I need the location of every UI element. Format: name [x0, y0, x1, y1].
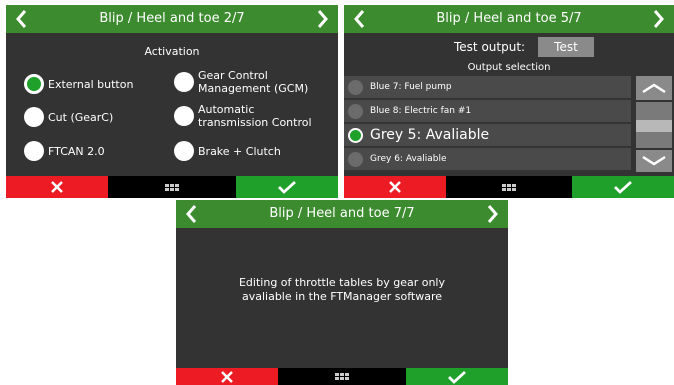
radio-icon	[174, 106, 194, 126]
radio-icon	[348, 79, 363, 95]
page-title: Blip / Heel and toe 7/7	[269, 206, 415, 221]
confirm-button[interactable]	[236, 176, 338, 198]
scroll-down-button[interactable]	[636, 150, 672, 172]
close-icon	[389, 181, 401, 193]
test-button[interactable]: Test	[538, 37, 594, 57]
chevron-right-icon	[653, 10, 664, 28]
confirm-button[interactable]	[572, 176, 674, 198]
menu-button[interactable]	[108, 176, 236, 198]
chevron-up-icon	[642, 83, 666, 94]
message-line-2: avaliable in the FTManager software	[241, 290, 443, 303]
radio-icon	[24, 107, 44, 127]
menu-button[interactable]	[278, 368, 406, 385]
cancel-button[interactable]	[344, 176, 446, 198]
close-icon	[51, 181, 63, 193]
option-external-button[interactable]: External button	[24, 74, 133, 94]
checkmark-icon	[448, 370, 466, 384]
output-item-blue8[interactable]: Blue 8: Electric fan #1	[344, 100, 631, 122]
radio-icon	[174, 141, 194, 161]
grid-menu-icon	[165, 183, 179, 191]
radio-icon	[348, 103, 363, 119]
output-item-grey5[interactable]: Grey 5: Avaliable	[344, 124, 631, 146]
radio-selected-icon	[348, 127, 363, 143]
back-button[interactable]	[8, 5, 34, 33]
back-button[interactable]	[346, 5, 372, 33]
footer-bar	[344, 176, 674, 198]
forward-button[interactable]	[310, 5, 336, 33]
output-item-blue7[interactable]: Blue 7: Fuel pump	[344, 76, 631, 98]
chevron-left-icon	[16, 10, 27, 28]
forward-button[interactable]	[646, 5, 672, 33]
screen-activation: Blip / Heel and toe 2/7 Activation Exter…	[6, 5, 338, 198]
output-item-grey6[interactable]: Grey 6: Avaliable	[344, 148, 631, 170]
radio-selected-icon	[24, 74, 44, 94]
grid-menu-icon	[335, 373, 349, 380]
option-brake-clutch[interactable]: Brake + Clutch	[174, 141, 281, 161]
header: Blip / Heel and toe 7/7	[176, 200, 508, 228]
back-button[interactable]	[178, 200, 204, 228]
scrollbar-thumb[interactable]	[636, 120, 672, 132]
radio-icon	[174, 72, 194, 92]
header: Blip / Heel and toe 5/7	[344, 5, 674, 33]
close-icon	[221, 370, 233, 383]
header: Blip / Heel and toe 2/7	[6, 5, 338, 33]
screen-output-selection: Blip / Heel and toe 5/7 Test output: Tes…	[344, 5, 674, 198]
grid-menu-icon	[502, 183, 516, 191]
chevron-left-icon	[186, 205, 197, 223]
option-automatic-transmission-control[interactable]: Automatic transmission Control	[174, 103, 323, 129]
chevron-right-icon	[317, 10, 328, 28]
option-ftcan[interactable]: FTCAN 2.0	[24, 141, 105, 161]
option-gear-control-management[interactable]: Gear Control Management (GCM)	[174, 69, 323, 95]
chevron-right-icon	[487, 205, 498, 223]
forward-button[interactable]	[480, 200, 506, 228]
page-title: Blip / Heel and toe 5/7	[436, 11, 582, 26]
chevron-down-icon	[642, 155, 666, 166]
message-line-1: Editing of throttle tables by gear only	[238, 276, 445, 289]
cancel-button[interactable]	[6, 176, 108, 198]
scrollbar-track[interactable]	[636, 102, 672, 148]
checkmark-icon	[614, 180, 632, 194]
test-output-label: Test output:	[454, 40, 526, 54]
page-title: Blip / Heel and toe 2/7	[99, 11, 245, 26]
output-selection-label: Output selection	[467, 62, 551, 73]
scroll-up-button[interactable]	[636, 76, 672, 100]
confirm-button[interactable]	[406, 368, 508, 385]
screen-info-message: Blip / Heel and toe 7/7 Editing of throt…	[176, 200, 508, 385]
menu-button[interactable]	[446, 176, 572, 198]
footer-bar	[176, 368, 508, 385]
radio-icon	[24, 141, 44, 161]
info-message: Editing of throttle tables by gear only …	[176, 276, 508, 304]
section-title: Activation	[144, 45, 200, 58]
chevron-left-icon	[354, 10, 365, 28]
cancel-button[interactable]	[176, 368, 278, 385]
option-cut-gearc[interactable]: Cut (GearC)	[24, 107, 113, 127]
checkmark-icon	[278, 180, 296, 194]
radio-icon	[348, 151, 363, 167]
footer-bar	[6, 176, 338, 198]
